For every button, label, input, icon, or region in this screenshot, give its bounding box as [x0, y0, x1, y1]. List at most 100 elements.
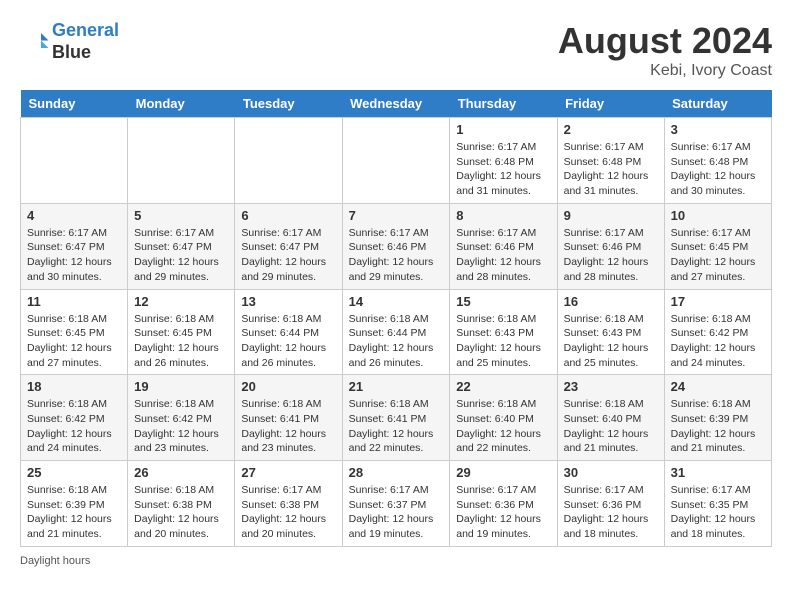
- col-header-thursday: Thursday: [450, 90, 557, 118]
- day-info: Sunrise: 6:17 AM Sunset: 6:48 PM Dayligh…: [456, 140, 550, 199]
- day-cell: 9Sunrise: 6:17 AM Sunset: 6:46 PM Daylig…: [557, 203, 664, 289]
- day-cell: 13 Sunrise: 6:18 AM Sunset: 6:44 PM Dayli…: [235, 289, 342, 375]
- day-cell: [342, 118, 450, 204]
- day-number: 31: [671, 465, 765, 480]
- day-cell: 25 Sunrise: 6:18 AM Sunset: 6:39 PM Dayli…: [21, 461, 128, 547]
- header-row: SundayMondayTuesdayWednesdayThursdayFrid…: [21, 90, 772, 118]
- day-cell: 12Sunrise: 6:18 AM Sunset: 6:45 PM Dayli…: [128, 289, 235, 375]
- day-cell: [235, 118, 342, 204]
- day-cell: 1 Sunrise: 6:17 AM Sunset: 6:48 PM Daylig…: [450, 118, 557, 204]
- logo-line1: General: [52, 20, 119, 40]
- week-row-1: 1 Sunrise: 6:17 AM Sunset: 6:48 PM Daylig…: [21, 118, 772, 204]
- week-row-4: 18 Sunrise: 6:18 AM Sunset: 6:42 PM Dayli…: [21, 375, 772, 461]
- day-cell: [128, 118, 235, 204]
- day-info: Sunrise: 6:18 AM Sunset: 6:41 PM Dayligh…: [349, 397, 444, 456]
- col-header-tuesday: Tuesday: [235, 90, 342, 118]
- day-cell: 29 Sunrise: 6:17 AM Sunset: 6:36 PM Dayli…: [450, 461, 557, 547]
- day-number: 22: [456, 379, 550, 394]
- day-number: 25: [27, 465, 121, 480]
- day-info: Sunrise: 6:17 AM Sunset: 6:36 PM Dayligh…: [564, 483, 658, 542]
- col-header-friday: Friday: [557, 90, 664, 118]
- day-info: Sunrise: 6:18 AM Sunset: 6:45 PM Dayligh…: [134, 312, 228, 371]
- day-number: 2: [564, 122, 658, 137]
- day-number: 4: [27, 208, 121, 223]
- location: Kebi, Ivory Coast: [558, 62, 772, 80]
- day-number: 3: [671, 122, 765, 137]
- day-info: Sunrise: 6:17 AM Sunset: 6:47 PM Dayligh…: [27, 226, 121, 285]
- day-cell: 30 Sunrise: 6:17 AM Sunset: 6:36 PM Dayli…: [557, 461, 664, 547]
- day-cell: 14 Sunrise: 6:18 AM Sunset: 6:44 PM Dayli…: [342, 289, 450, 375]
- day-number: 27: [241, 465, 335, 480]
- day-info: Sunrise: 6:17 AM Sunset: 6:36 PM Dayligh…: [456, 483, 550, 542]
- day-number: 5: [134, 208, 228, 223]
- day-number: 1: [456, 122, 550, 137]
- day-cell: 7Sunrise: 6:17 AM Sunset: 6:46 PM Daylig…: [342, 203, 450, 289]
- title-block: August 2024 Kebi, Ivory Coast: [558, 20, 772, 80]
- day-cell: 6 Sunrise: 6:17 AM Sunset: 6:47 PM Daylig…: [235, 203, 342, 289]
- calendar-body: 1 Sunrise: 6:17 AM Sunset: 6:48 PM Daylig…: [21, 118, 772, 547]
- day-info: Sunrise: 6:17 AM Sunset: 6:48 PM Dayligh…: [564, 140, 658, 199]
- day-info: Sunrise: 6:17 AM Sunset: 6:47 PM Dayligh…: [241, 226, 335, 285]
- col-header-monday: Monday: [128, 90, 235, 118]
- col-header-saturday: Saturday: [664, 90, 771, 118]
- calendar-table: SundayMondayTuesdayWednesdayThursdayFrid…: [20, 90, 772, 547]
- day-cell: 11 Sunrise: 6:18 AM Sunset: 6:45 PM Dayli…: [21, 289, 128, 375]
- day-info: Sunrise: 6:17 AM Sunset: 6:45 PM Dayligh…: [671, 226, 765, 285]
- footer: Daylight hours: [20, 555, 772, 567]
- day-info: Sunrise: 6:18 AM Sunset: 6:44 PM Dayligh…: [349, 312, 444, 371]
- page-header: General Blue August 2024 Kebi, Ivory Coa…: [20, 20, 772, 80]
- day-info: Sunrise: 6:17 AM Sunset: 6:37 PM Dayligh…: [349, 483, 444, 542]
- day-info: Sunrise: 6:18 AM Sunset: 6:45 PM Dayligh…: [27, 312, 121, 371]
- day-info: Sunrise: 6:17 AM Sunset: 6:48 PM Dayligh…: [671, 140, 765, 199]
- day-info: Sunrise: 6:18 AM Sunset: 6:42 PM Dayligh…: [134, 397, 228, 456]
- col-header-wednesday: Wednesday: [342, 90, 450, 118]
- day-number: 29: [456, 465, 550, 480]
- logo-icon: [20, 27, 50, 57]
- day-number: 19: [134, 379, 228, 394]
- day-number: 30: [564, 465, 658, 480]
- day-info: Sunrise: 6:18 AM Sunset: 6:44 PM Dayligh…: [241, 312, 335, 371]
- day-number: 8: [456, 208, 550, 223]
- day-info: Sunrise: 6:18 AM Sunset: 6:40 PM Dayligh…: [456, 397, 550, 456]
- day-number: 11: [27, 294, 121, 309]
- day-number: 26: [134, 465, 228, 480]
- day-cell: 15Sunrise: 6:18 AM Sunset: 6:43 PM Dayli…: [450, 289, 557, 375]
- day-info: Sunrise: 6:18 AM Sunset: 6:39 PM Dayligh…: [671, 397, 765, 456]
- day-number: 15: [456, 294, 550, 309]
- col-header-sunday: Sunday: [21, 90, 128, 118]
- day-info: Sunrise: 6:17 AM Sunset: 6:46 PM Dayligh…: [456, 226, 550, 285]
- day-number: 16: [564, 294, 658, 309]
- day-cell: 22 Sunrise: 6:18 AM Sunset: 6:40 PM Dayli…: [450, 375, 557, 461]
- day-number: 7: [349, 208, 444, 223]
- day-number: 24: [671, 379, 765, 394]
- day-cell: 8 Sunrise: 6:17 AM Sunset: 6:46 PM Daylig…: [450, 203, 557, 289]
- day-number: 20: [241, 379, 335, 394]
- day-number: 9: [564, 208, 658, 223]
- day-number: 13: [241, 294, 335, 309]
- day-cell: 26Sunrise: 6:18 AM Sunset: 6:38 PM Dayli…: [128, 461, 235, 547]
- week-row-5: 25 Sunrise: 6:18 AM Sunset: 6:39 PM Dayli…: [21, 461, 772, 547]
- day-number: 18: [27, 379, 121, 394]
- day-number: 14: [349, 294, 444, 309]
- day-info: Sunrise: 6:18 AM Sunset: 6:42 PM Dayligh…: [27, 397, 121, 456]
- month-year: August 2024: [558, 20, 772, 62]
- day-cell: 2 Sunrise: 6:17 AM Sunset: 6:48 PM Daylig…: [557, 118, 664, 204]
- day-cell: 18 Sunrise: 6:18 AM Sunset: 6:42 PM Dayli…: [21, 375, 128, 461]
- day-cell: 17Sunrise: 6:18 AM Sunset: 6:42 PM Dayli…: [664, 289, 771, 375]
- logo-line2: Blue: [52, 42, 119, 64]
- day-cell: 5Sunrise: 6:17 AM Sunset: 6:47 PM Daylig…: [128, 203, 235, 289]
- day-cell: 21 Sunrise: 6:18 AM Sunset: 6:41 PM Dayli…: [342, 375, 450, 461]
- day-info: Sunrise: 6:18 AM Sunset: 6:39 PM Dayligh…: [27, 483, 121, 542]
- logo: General Blue: [20, 20, 119, 63]
- day-info: Sunrise: 6:17 AM Sunset: 6:35 PM Dayligh…: [671, 483, 765, 542]
- day-number: 28: [349, 465, 444, 480]
- day-number: 21: [349, 379, 444, 394]
- day-cell: 31 Sunrise: 6:17 AM Sunset: 6:35 PM Dayli…: [664, 461, 771, 547]
- day-cell: 3 Sunrise: 6:17 AM Sunset: 6:48 PM Daylig…: [664, 118, 771, 204]
- day-cell: 24 Sunrise: 6:18 AM Sunset: 6:39 PM Dayli…: [664, 375, 771, 461]
- week-row-2: 4 Sunrise: 6:17 AM Sunset: 6:47 PM Daylig…: [21, 203, 772, 289]
- day-cell: 27 Sunrise: 6:17 AM Sunset: 6:38 PM Dayli…: [235, 461, 342, 547]
- day-number: 6: [241, 208, 335, 223]
- calendar-header: SundayMondayTuesdayWednesdayThursdayFrid…: [21, 90, 772, 118]
- day-info: Sunrise: 6:17 AM Sunset: 6:38 PM Dayligh…: [241, 483, 335, 542]
